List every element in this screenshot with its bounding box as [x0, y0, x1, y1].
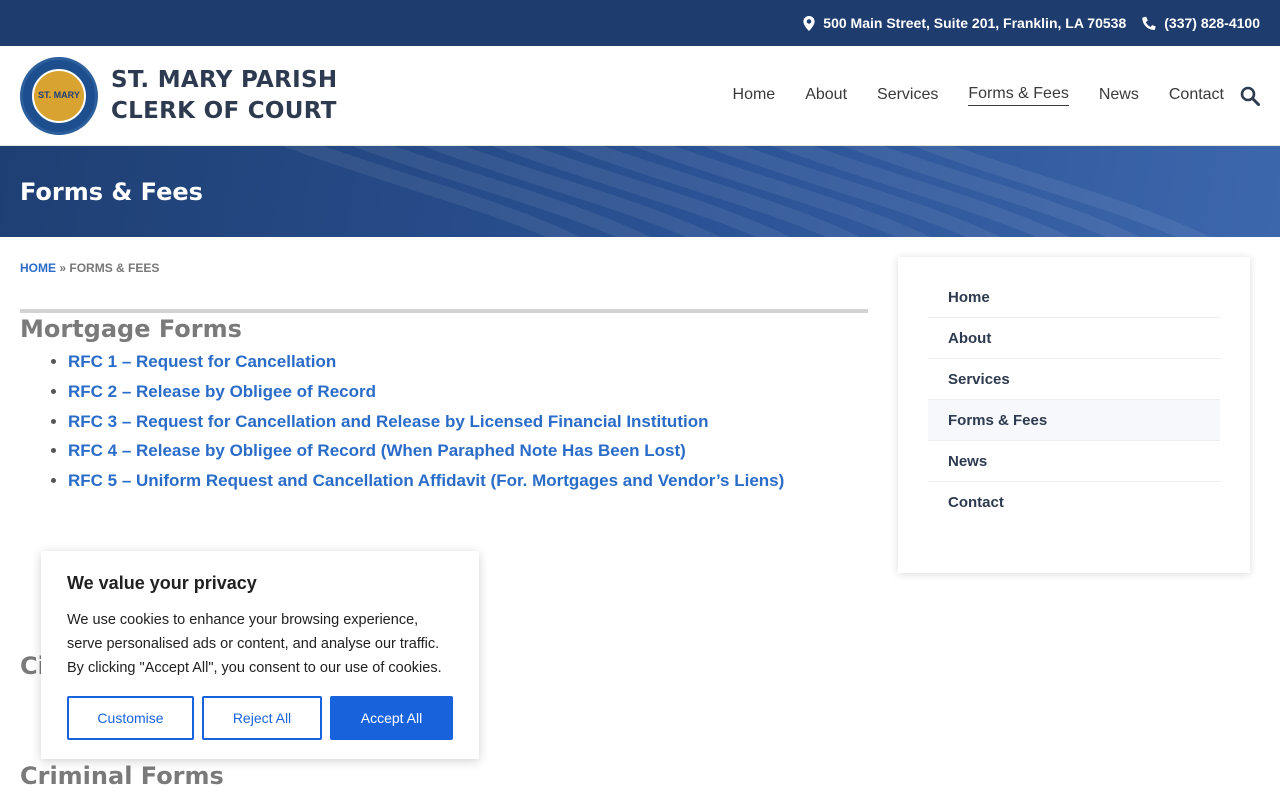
search-icon — [1240, 86, 1260, 106]
parish-seal-logo: ST. MARY — [20, 56, 98, 135]
brand-title: ST. MARY PARISH CLERK OF COURT — [111, 65, 337, 127]
main-content: HOME » FORMS & FEES Mortgage Forms RFC 1… — [20, 237, 868, 496]
accept-all-button[interactable]: Accept All — [330, 696, 453, 740]
nav-forms-fees[interactable]: Forms & Fees — [968, 85, 1069, 106]
address-item[interactable]: 500 Main Street, Suite 201, Franklin, LA… — [803, 15, 1126, 31]
sidebar-item-contact[interactable]: Contact — [928, 482, 1220, 523]
rfc-5-link[interactable]: RFC 5 – Uniform Request and Cancellation… — [68, 471, 784, 490]
rfc-1-link[interactable]: RFC 1 – Request for Cancellation — [68, 352, 336, 371]
nav-home[interactable]: Home — [733, 86, 776, 106]
address-text: 500 Main Street, Suite 201, Franklin, LA… — [823, 15, 1127, 31]
phone-text: (337) 828-4100 — [1164, 15, 1260, 31]
reject-all-button[interactable]: Reject All — [202, 696, 322, 740]
rfc-4-link[interactable]: RFC 4 – Release by Obligee of Record (Wh… — [68, 441, 686, 460]
sidebar-item-news[interactable]: News — [928, 441, 1220, 482]
nav-news[interactable]: News — [1099, 86, 1139, 106]
breadcrumb-separator: » — [59, 261, 67, 275]
customise-button[interactable]: Customise — [67, 696, 194, 740]
criminal-forms-heading: Criminal Forms — [20, 762, 224, 790]
brand-title-line2: CLERK OF COURT — [111, 97, 337, 124]
list-item: RFC 3 – Request for Cancellation and Rel… — [68, 407, 868, 437]
top-bar: 500 Main Street, Suite 201, Franklin, LA… — [0, 0, 1280, 46]
sidebar-item-home[interactable]: Home — [928, 277, 1220, 318]
nav-about[interactable]: About — [805, 86, 847, 106]
cookie-buttons: Customise Reject All Accept All — [67, 696, 453, 740]
breadcrumb-home-link[interactable]: HOME — [20, 261, 56, 275]
cookie-title: We value your privacy — [67, 573, 257, 593]
breadcrumb-current: FORMS & FEES — [69, 261, 160, 275]
nav-services[interactable]: Services — [877, 86, 938, 106]
search-button[interactable] — [1240, 86, 1260, 106]
page-banner: Forms & Fees — [0, 146, 1280, 237]
main-nav: Home About Services Forms & Fees News Co… — [703, 85, 1260, 106]
phone-icon — [1142, 16, 1156, 30]
brand-title-line1: ST. MARY PARISH — [111, 66, 338, 93]
brand-logo-link[interactable]: ST. MARY ST. MARY PARISH CLERK OF COURT — [20, 56, 337, 135]
list-item: RFC 1 – Request for Cancellation — [68, 347, 868, 377]
list-item: RFC 5 – Uniform Request and Cancellation… — [68, 466, 868, 496]
cookie-body: We use cookies to enhance your browsing … — [67, 612, 442, 676]
page-title: Forms & Fees — [20, 177, 203, 206]
list-item: RFC 2 – Release by Obligee of Record — [68, 377, 868, 407]
mortgage-forms-list: RFC 1 – Request for Cancellation RFC 2 –… — [68, 347, 868, 496]
sidebar-menu: Home About Services Forms & Fees News Co… — [898, 257, 1250, 573]
site-header: ST. MARY ST. MARY PARISH CLERK OF COURT … — [0, 46, 1280, 146]
sidebar-item-services[interactable]: Services — [928, 359, 1220, 400]
sidebar-item-about[interactable]: About — [928, 318, 1220, 359]
seal-center: ST. MARY — [32, 68, 86, 123]
mortgage-forms-section: Mortgage Forms RFC 1 – Request for Cance… — [20, 309, 868, 496]
sidebar-item-forms-fees[interactable]: Forms & Fees — [928, 400, 1220, 441]
breadcrumb: HOME » FORMS & FEES — [20, 261, 868, 275]
phone-item[interactable]: (337) 828-4100 — [1142, 15, 1260, 31]
rfc-2-link[interactable]: RFC 2 – Release by Obligee of Record — [68, 382, 376, 401]
nav-contact[interactable]: Contact — [1169, 86, 1224, 106]
map-pin-icon — [803, 15, 815, 31]
rfc-3-link[interactable]: RFC 3 – Request for Cancellation and Rel… — [68, 412, 708, 431]
mortgage-forms-heading: Mortgage Forms — [20, 315, 242, 343]
cookie-consent-dialog: We value your privacy We use cookies to … — [41, 551, 479, 759]
list-item: RFC 4 – Release by Obligee of Record (Wh… — [68, 436, 868, 466]
